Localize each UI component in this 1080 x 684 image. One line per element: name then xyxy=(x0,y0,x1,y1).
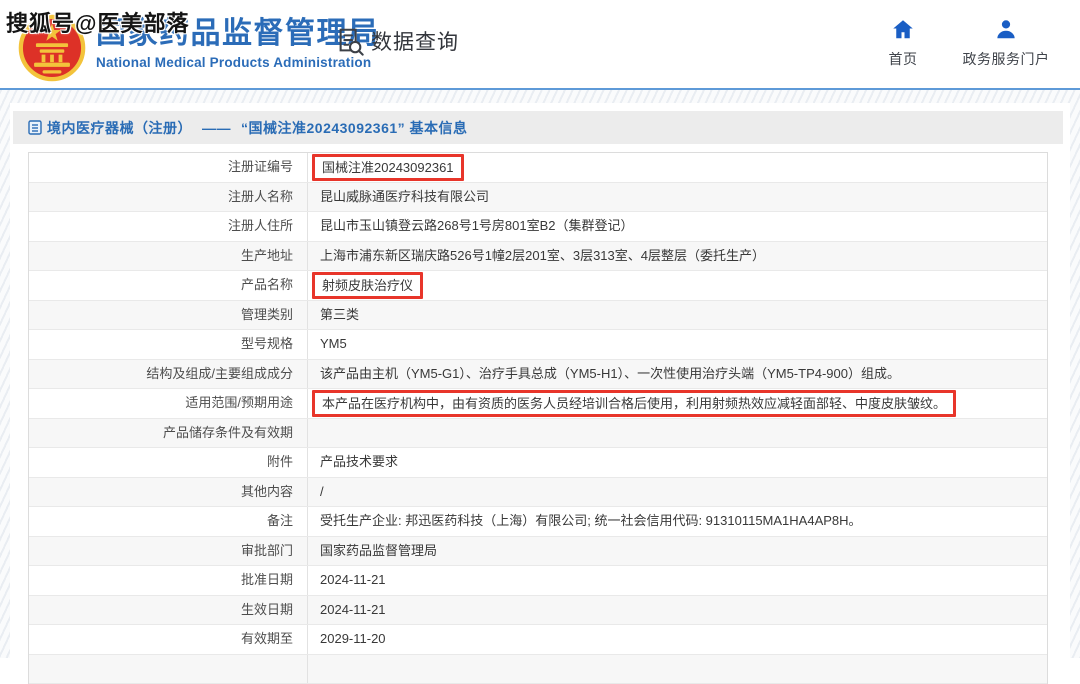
row-label: 备注 xyxy=(29,507,308,536)
table-row: 注册人名称昆山威脉通医疗科技有限公司 xyxy=(29,183,1047,213)
table-row: 结构及组成/主要组成成分该产品由主机（YM5-G1）、治疗手具总成（YM5-H1… xyxy=(29,360,1047,390)
table-row: 型号规格YM5 xyxy=(29,330,1047,360)
table-row: 有效期至2029-11-20 xyxy=(29,625,1047,655)
info-table: 注册证编号国械注准20243092361注册人名称昆山威脉通医疗科技有限公司注册… xyxy=(28,152,1048,684)
row-value: 受托生产企业: 邦迅医药科技（上海）有限公司; 统一社会信用代码: 913101… xyxy=(308,507,1047,536)
row-value xyxy=(308,419,1047,448)
table-row: 生效日期2024-11-21 xyxy=(29,596,1047,626)
row-value: 本产品在医疗机构中，由有资质的医务人员经培训合格后使用，利用射频热效应减轻面部轻… xyxy=(308,389,1047,418)
highlight-box: 国械注准20243092361 xyxy=(312,154,464,181)
table-row xyxy=(29,655,1047,684)
nav-portal-label: 政务服务门户 xyxy=(963,49,1050,69)
breadcrumb-section: 境内医疗器械（注册） xyxy=(47,118,192,138)
data-query-label: 数据查询 xyxy=(371,26,459,56)
nav-portal[interactable]: 政务服务门户 xyxy=(946,18,1066,69)
table-row: 其他内容/ xyxy=(29,478,1047,508)
breadcrumb: 境内医疗器械（注册） —— “国械注准20243092361” 基本信息 xyxy=(13,111,1063,144)
table-row: 生产地址上海市浦东新区瑞庆路526号1幢2层201室、3层313室、4层整层（委… xyxy=(29,242,1047,272)
nav-home-label: 首页 xyxy=(889,49,918,69)
row-label: 结构及组成/主要组成成分 xyxy=(29,360,308,389)
data-query-tab[interactable]: 数据查询 xyxy=(335,26,459,56)
header-nav: 首页 政务服务门户 xyxy=(860,18,1066,69)
row-label: 注册证编号 xyxy=(29,153,308,182)
table-row: 产品名称射频皮肤治疗仪 xyxy=(29,271,1047,301)
row-value xyxy=(308,655,1047,684)
row-label xyxy=(29,655,308,684)
table-row: 管理类别第三类 xyxy=(29,301,1047,331)
table-row: 批准日期2024-11-21 xyxy=(29,566,1047,596)
row-value: YM5 xyxy=(308,330,1047,359)
breadcrumb-dash: —— xyxy=(202,120,231,136)
row-label: 批准日期 xyxy=(29,566,308,595)
row-label: 生效日期 xyxy=(29,596,308,625)
table-row: 产品储存条件及有效期 xyxy=(29,419,1047,449)
row-value: 2024-11-21 xyxy=(308,596,1047,625)
highlight-box: 本产品在医疗机构中，由有资质的医务人员经培训合格后使用，利用射频热效应减轻面部轻… xyxy=(312,390,956,417)
row-label: 审批部门 xyxy=(29,537,308,566)
row-label: 管理类别 xyxy=(29,301,308,330)
row-label: 生产地址 xyxy=(29,242,308,271)
table-row: 注册证编号国械注准20243092361 xyxy=(29,153,1047,183)
header-divider xyxy=(0,88,1080,90)
breadcrumb-detail: “国械注准20243092361” 基本信息 xyxy=(241,118,468,138)
row-label: 产品名称 xyxy=(29,271,308,300)
document-search-icon xyxy=(335,26,365,56)
row-label: 有效期至 xyxy=(29,625,308,654)
table-row: 适用范围/预期用途本产品在医疗机构中，由有资质的医务人员经培训合格后使用，利用射… xyxy=(29,389,1047,419)
row-label: 产品储存条件及有效期 xyxy=(29,419,308,448)
row-label: 附件 xyxy=(29,448,308,477)
row-value: 2024-11-21 xyxy=(308,566,1047,595)
row-value: 昆山威脉通医疗科技有限公司 xyxy=(308,183,1047,212)
row-value: 第三类 xyxy=(308,301,1047,330)
watermark-text: 搜狐号@医美部落 xyxy=(6,6,189,38)
table-row: 附件产品技术要求 xyxy=(29,448,1047,478)
row-value: 2029-11-20 xyxy=(308,625,1047,654)
row-value: 该产品由主机（YM5-G1）、治疗手具总成（YM5-H1）、一次性使用治疗头端（… xyxy=(308,360,1047,389)
row-label: 适用范围/预期用途 xyxy=(29,389,308,418)
user-icon xyxy=(994,18,1018,42)
row-value: 射频皮肤治疗仪 xyxy=(308,271,1047,300)
table-row: 审批部门国家药品监督管理局 xyxy=(29,537,1047,567)
row-value: 国械注准20243092361 xyxy=(308,153,1047,182)
row-label: 注册人住所 xyxy=(29,212,308,241)
highlight-box: 射频皮肤治疗仪 xyxy=(312,272,423,299)
row-label: 注册人名称 xyxy=(29,183,308,212)
row-value: 国家药品监督管理局 xyxy=(308,537,1047,566)
org-subtitle: National Medical Products Administration xyxy=(96,55,380,70)
row-value: 产品技术要求 xyxy=(308,448,1047,477)
row-value: 昆山市玉山镇登云路268号1号房801室B2（集群登记） xyxy=(308,212,1047,241)
table-row: 备注受托生产企业: 邦迅医药科技（上海）有限公司; 统一社会信用代码: 9131… xyxy=(29,507,1047,537)
row-label: 型号规格 xyxy=(29,330,308,359)
row-value: 上海市浦东新区瑞庆路526号1幢2层201室、3层313室、4层整层（委托生产） xyxy=(308,242,1047,271)
nav-home[interactable]: 首页 xyxy=(860,18,946,69)
content-panel: 境内医疗器械（注册） —— “国械注准20243092361” 基本信息 注册证… xyxy=(10,103,1070,658)
table-row: 注册人住所昆山市玉山镇登云路268号1号房801室B2（集群登记） xyxy=(29,212,1047,242)
home-icon xyxy=(891,18,915,42)
document-icon xyxy=(28,120,42,135)
row-label: 其他内容 xyxy=(29,478,308,507)
row-value: / xyxy=(308,478,1047,507)
